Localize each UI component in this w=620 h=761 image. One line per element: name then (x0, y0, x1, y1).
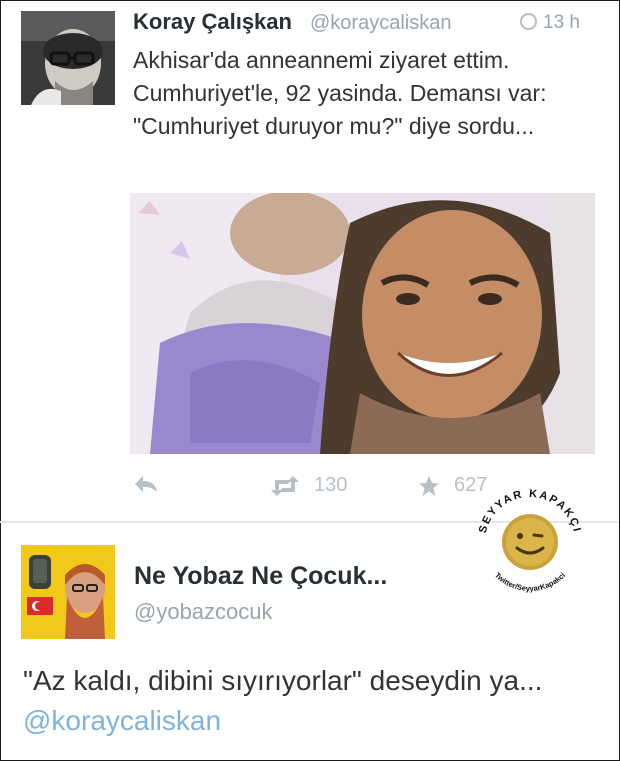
tweet1-author-handle[interactable]: @koraycaliskan (310, 12, 451, 35)
retweet-button[interactable]: 130 (270, 474, 347, 497)
tweet1-author-name[interactable]: Koray Çalışkan (133, 9, 292, 35)
tweet1-photo[interactable] (130, 193, 595, 454)
reply-icon (135, 476, 157, 492)
tweet2-author-handle[interactable]: @yobazcocuk (134, 599, 273, 625)
tweet1-text: Akhisar'da anneannemi ziyaret ettim. Cum… (133, 47, 547, 139)
tweet2-author-name[interactable]: Ne Yobaz Ne Çocuk... (134, 562, 387, 591)
avatar-yobazcocuk[interactable] (21, 545, 115, 639)
tweet1-timestamp[interactable]: 13 h (520, 12, 580, 34)
avatar-yobazcocuk-image (21, 545, 115, 639)
avatar-koray[interactable] (21, 11, 115, 105)
stamp-bottom-text: Twitter/SeyyarKapakci (493, 571, 567, 593)
globe-icon (520, 13, 537, 30)
reply-button[interactable] (133, 474, 159, 494)
seyyar-kapakci-stamp: SEYYAR KAPAKÇI Twitter/SeyyarKapakci (465, 476, 595, 606)
bottle-cap-smiley-icon: SEYYAR KAPAKÇI Twitter/SeyyarKapakci (477, 488, 581, 593)
tweet1-photo-image (130, 193, 595, 454)
retweet-count: 130 (314, 474, 348, 496)
tweet2-text: "Az kaldı, dibini sıyırıyorlar" deseydin… (23, 661, 583, 741)
tweet2-mention-link[interactable]: @koraycaliskan (23, 705, 221, 736)
star-icon (419, 475, 439, 496)
tweet1-time-text: 13 h (543, 12, 580, 33)
avatar-koray-image (21, 11, 115, 105)
svg-text:Twitter/SeyyarKapakci: Twitter/SeyyarKapakci (493, 571, 567, 593)
retweet-icon (271, 475, 299, 496)
tweet2-text-body: "Az kaldı, dibini sıyırıyorlar" deseydin… (23, 665, 543, 696)
